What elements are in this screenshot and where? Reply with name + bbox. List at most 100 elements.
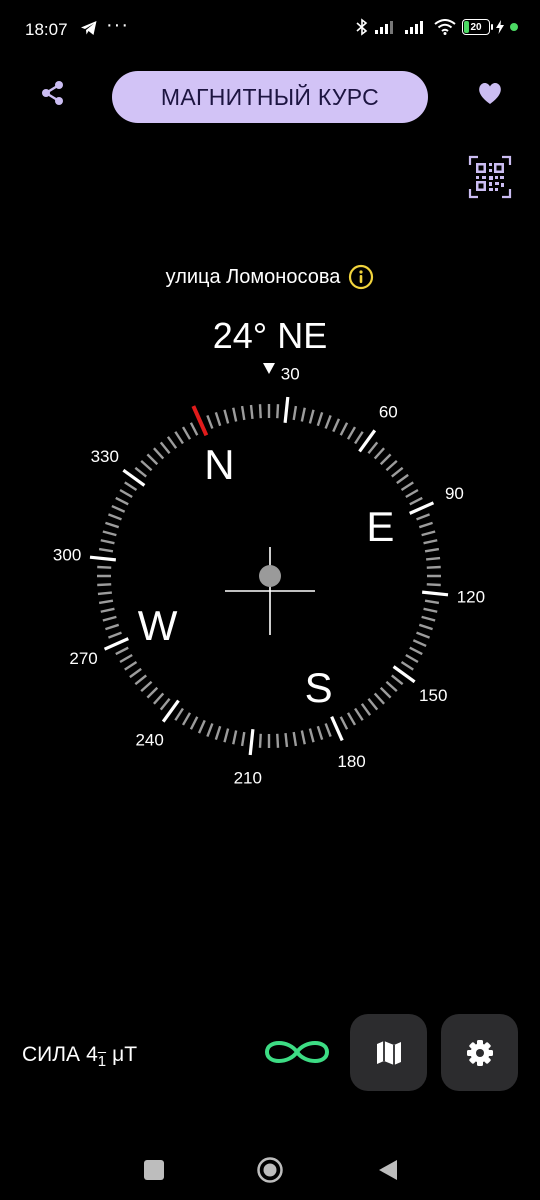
compass-degree-label: 180: [337, 752, 365, 771]
map-button[interactable]: [350, 1014, 427, 1091]
battery-icon: 20: [462, 19, 493, 35]
more-notifications-icon: ···: [106, 14, 129, 36]
compass-tick: [115, 496, 129, 506]
compass-tick: [284, 733, 289, 748]
qr-code-icon: [468, 155, 512, 199]
info-icon[interactable]: [348, 264, 374, 290]
compass-tick: [409, 501, 435, 515]
compass-tick: [140, 460, 153, 472]
wifi-icon: [434, 19, 456, 35]
compass-tick: [308, 409, 315, 424]
compass-tick: [367, 698, 379, 711]
privacy-indicator: [510, 23, 518, 31]
compass-tick: [166, 436, 178, 449]
compass-tick: [346, 712, 357, 726]
compass-tick: [159, 698, 171, 711]
strength-value: 41: [86, 1043, 107, 1071]
signal-icon: [375, 21, 393, 34]
compass-tick: [426, 556, 441, 561]
compass-tick: [367, 441, 379, 454]
compass-tick: [324, 723, 332, 738]
telegram-icon: [80, 20, 98, 41]
compass-tick: [249, 404, 254, 419]
compass-dial: 30 60 90 120 150 180 210 240 270 300 330 N E S W: [53, 363, 485, 787]
map-icon: [376, 1040, 401, 1065]
compass-degree-label: 60: [379, 402, 398, 421]
back-button[interactable]: [372, 1155, 402, 1185]
compass-degree-label: 240: [135, 731, 163, 750]
recents-icon: [144, 1160, 164, 1180]
compass-tick: [426, 565, 441, 569]
compass-tick: [405, 653, 419, 664]
compass-tick: [330, 716, 344, 742]
compass-tick: [214, 412, 222, 427]
compass-tick: [339, 422, 349, 436]
compass-tick: [379, 686, 392, 699]
qr-scan-button[interactable]: [467, 154, 513, 200]
settings-button[interactable]: [441, 1014, 518, 1091]
compass-tick: [418, 521, 433, 529]
field-strength: СИЛА 41 μT: [22, 1043, 137, 1070]
compass-tick: [98, 599, 114, 605]
favorite-button[interactable]: [475, 78, 505, 108]
compass-cardinal-s: S: [305, 664, 333, 711]
heading-readout: 24° NE: [212, 315, 328, 356]
compass-tick: [400, 661, 414, 671]
mode-title: МАГНИТНЫЙ КУРС: [160, 83, 380, 110]
compass-tick: [232, 730, 238, 745]
compass-tick: [115, 646, 129, 656]
recents-button[interactable]: [139, 1155, 169, 1185]
strength-label: СИЛА: [22, 1043, 81, 1066]
compass-tick: [153, 692, 165, 705]
compass-tick: [111, 504, 126, 513]
compass-tick: [100, 607, 115, 613]
location-row: улица Ломоносова: [0, 264, 540, 290]
compass-tick: [102, 530, 117, 537]
compass-tick: [189, 716, 199, 730]
compass-tick: [354, 431, 364, 445]
status-time: 18:07: [25, 20, 68, 39]
compass-tick: [324, 414, 332, 429]
compass-tick: [276, 404, 280, 419]
location-street: улица Ломоносова: [165, 265, 341, 288]
compass-tick: [258, 404, 262, 419]
compass-degree-label: 120: [457, 588, 485, 607]
compass-tick: [418, 623, 433, 631]
compass-tick: [360, 703, 372, 716]
compass-tick: [206, 723, 214, 738]
compass-tick: [332, 418, 341, 433]
level-bubble: [259, 565, 281, 587]
compass-tick: [409, 496, 423, 506]
compass-tick: [424, 599, 440, 605]
compass-tick: [214, 725, 222, 740]
compass-tick: [373, 692, 385, 705]
compass-tick: [159, 441, 171, 454]
compass-degree-label: 210: [234, 768, 262, 787]
compass-degree-label: 330: [91, 447, 119, 466]
compass-tick: [107, 513, 122, 521]
compass-tick: [373, 447, 385, 460]
home-button[interactable]: [255, 1155, 285, 1185]
compass-tick: [385, 460, 398, 472]
compass-degree-label: 90: [445, 484, 464, 503]
heading-marker-icon: [263, 363, 275, 374]
compass-tick: [396, 473, 409, 485]
compass-cardinal-e: E: [366, 503, 394, 550]
compass-tick: [181, 426, 192, 440]
compass-tick: [316, 725, 324, 740]
compass-tick: [423, 539, 438, 545]
compass-tick: [96, 574, 112, 578]
compass-tick: [346, 426, 357, 440]
compass-tick: [405, 488, 419, 499]
mode-title-button[interactable]: МАГНИТНЫЙ КУРС: [112, 71, 428, 123]
battery-level: 20: [470, 21, 482, 33]
share-button[interactable]: [38, 78, 68, 108]
compass-degree-label: 270: [69, 649, 97, 668]
compass-tick: [129, 667, 142, 679]
status-bar: 18:07 ··· 20: [0, 0, 540, 60]
compass-cardinal-w: W: [138, 602, 178, 649]
calibration-button[interactable]: [262, 1034, 332, 1070]
compass-tick: [134, 674, 147, 686]
compass-tick: [240, 405, 246, 421]
compass-degree-label: 300: [53, 545, 81, 564]
